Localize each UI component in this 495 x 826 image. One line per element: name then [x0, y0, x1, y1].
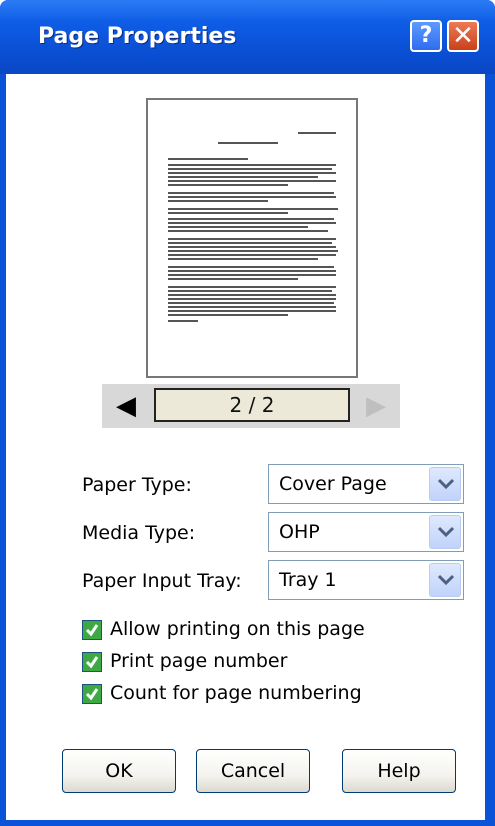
- media-type-value: OHP: [279, 521, 320, 543]
- page-indicator: 2 / 2: [154, 388, 350, 422]
- preview-text-line: [218, 142, 278, 144]
- preview-text-line: [168, 294, 336, 296]
- preview-text-line: [168, 222, 336, 224]
- media-type-select[interactable]: OHP: [268, 512, 464, 552]
- cancel-button[interactable]: Cancel: [196, 749, 310, 793]
- previous-page-button[interactable]: ◀: [106, 386, 146, 426]
- preview-text-line: [168, 238, 336, 240]
- dialog-body: ◀ 2 / 2 ▶ Paper Type: Cover Page Media T…: [6, 74, 485, 820]
- paper-type-dropdown-button[interactable]: [429, 467, 461, 501]
- close-icon: ✕: [452, 21, 474, 51]
- preview-text-line: [168, 208, 338, 210]
- question-icon: ?: [419, 23, 433, 48]
- checkmark-icon: [85, 688, 99, 701]
- print-page-number-checkbox[interactable]: [82, 652, 102, 672]
- preview-text-line: [168, 196, 336, 198]
- next-page-button[interactable]: ▶: [356, 386, 396, 426]
- preview-text-line: [168, 306, 336, 308]
- preview-text-line: [168, 254, 336, 256]
- paper-input-tray-label: Paper Input Tray:: [82, 570, 242, 592]
- paper-type-select[interactable]: Cover Page: [268, 464, 464, 504]
- preview-text-line: [168, 310, 336, 312]
- checkmark-icon: [85, 656, 99, 669]
- preview-text-line: [168, 270, 336, 272]
- count-page-numbering-checkbox[interactable]: [82, 684, 102, 704]
- preview-text-line: [168, 164, 336, 166]
- preview-text-line: [168, 172, 336, 174]
- preview-text-line: [168, 230, 328, 232]
- window-title: Page Properties: [38, 24, 237, 49]
- preview-text-line: [168, 302, 334, 304]
- preview-text-line: [168, 184, 288, 186]
- preview-text-line: [168, 168, 332, 170]
- preview-text-line: [298, 132, 336, 134]
- media-type-label: Media Type:: [82, 522, 196, 544]
- preview-text-line: [168, 212, 288, 214]
- preview-text-line: [168, 226, 308, 228]
- allow-printing-label[interactable]: Allow printing on this page: [110, 618, 365, 640]
- preview-text-line: [168, 246, 336, 248]
- preview-text-line: [168, 290, 332, 292]
- chevron-down-icon: [438, 526, 454, 538]
- preview-text-line: [168, 258, 318, 260]
- preview-text-line: [168, 266, 334, 268]
- preview-text-line: [168, 314, 288, 316]
- paper-input-tray-value: Tray 1: [279, 569, 337, 591]
- left-arrow-icon: ◀: [116, 391, 136, 421]
- paper-input-tray-dropdown-button[interactable]: [429, 563, 461, 597]
- paper-type-value: Cover Page: [279, 473, 387, 495]
- page-properties-dialog: Page Properties ? ✕ ◀ 2 / 2 ▶ Paper Type…: [0, 0, 495, 826]
- preview-text-line: [168, 250, 338, 252]
- preview-text-line: [168, 180, 336, 182]
- chevron-down-icon: [438, 574, 454, 586]
- preview-text-line: [168, 298, 336, 300]
- allow-printing-checkbox[interactable]: [82, 620, 102, 640]
- print-page-number-label[interactable]: Print page number: [110, 650, 287, 672]
- preview-text-line: [168, 242, 332, 244]
- preview-text-line: [168, 278, 298, 280]
- right-arrow-icon: ▶: [366, 391, 386, 421]
- count-page-numbering-label[interactable]: Count for page numbering: [110, 682, 362, 704]
- preview-text-line: [168, 176, 318, 178]
- help-button[interactable]: Help: [342, 749, 456, 793]
- preview-text-line: [168, 200, 268, 202]
- chevron-down-icon: [438, 478, 454, 490]
- close-button[interactable]: ✕: [447, 20, 479, 52]
- page-preview: [146, 98, 358, 378]
- preview-text-line: [168, 286, 336, 288]
- checkmark-icon: [85, 624, 99, 637]
- preview-text-line: [168, 158, 248, 160]
- paper-type-label: Paper Type:: [82, 474, 192, 496]
- preview-text-line: [168, 192, 334, 194]
- preview-text-line: [168, 218, 334, 220]
- ok-button[interactable]: OK: [62, 749, 176, 793]
- preview-text-line: [168, 320, 198, 322]
- paper-input-tray-select[interactable]: Tray 1: [268, 560, 464, 600]
- preview-text-line: [168, 274, 336, 276]
- title-bar[interactable]: Page Properties ? ✕: [0, 0, 495, 74]
- help-title-button[interactable]: ?: [410, 20, 442, 52]
- media-type-dropdown-button[interactable]: [429, 515, 461, 549]
- page-navigator: ◀ 2 / 2 ▶: [102, 384, 400, 428]
